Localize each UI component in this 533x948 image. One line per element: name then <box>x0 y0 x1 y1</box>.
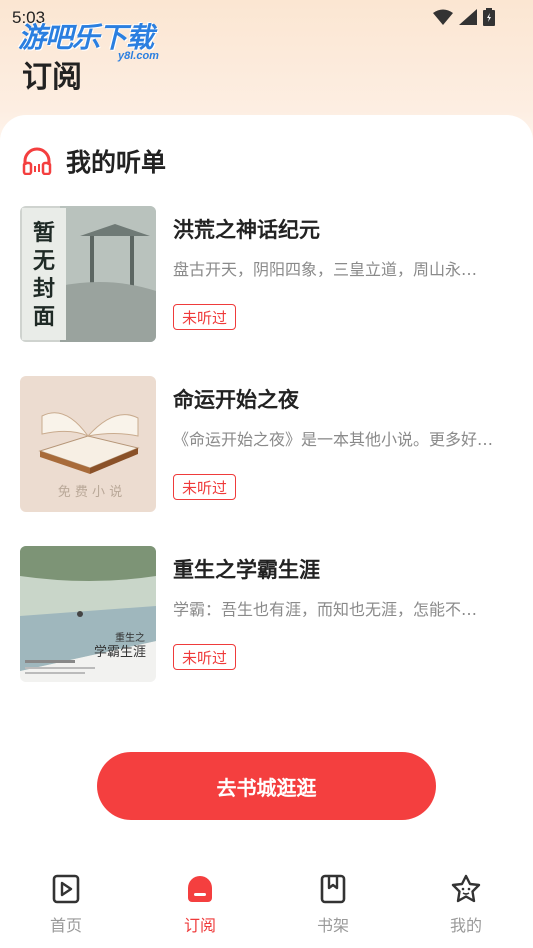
play-book-icon <box>52 874 80 904</box>
book-cover: 重生之 学霸生涯 <box>20 546 156 682</box>
battery-icon <box>483 8 495 26</box>
status-badge: 未听过 <box>173 304 237 330</box>
book-title: 洪荒之神话纪元 <box>173 218 320 242</box>
book-description: 学霸：吾生也有涯，而知也无涯，怎能不… <box>173 600 478 619</box>
wifi-icon <box>433 9 453 25</box>
subscribe-icon <box>188 876 212 902</box>
watermark-url: y8l.com <box>118 50 159 62</box>
tab-subscribe[interactable]: 订阅 <box>160 874 240 936</box>
status-badge: 未听过 <box>173 644 237 670</box>
headphones-icon <box>22 147 52 175</box>
list-item[interactable]: 重生之 学霸生涯 重生之学霸生涯 学霸：吾生也有涯，而知也无涯，怎能不… 未听过 <box>20 546 513 682</box>
svg-text:无: 无 <box>33 249 55 274</box>
svg-text:重生之: 重生之 <box>115 631 145 644</box>
svg-text:封: 封 <box>33 277 55 302</box>
tab-profile[interactable]: 我的 <box>426 874 506 936</box>
signal-icon <box>459 9 477 25</box>
book-title: 重生之学霸生涯 <box>173 558 320 582</box>
tab-label: 书架 <box>316 916 349 935</box>
section-header: 我的听单 <box>22 143 166 179</box>
tab-bookshelf[interactable]: 书架 <box>293 874 373 936</box>
status-badge: 未听过 <box>173 474 237 500</box>
tab-label: 订阅 <box>183 916 216 935</box>
book-description: 盘古开天，阴阳四象，三皇立道，周山永… <box>173 260 478 279</box>
status-icons <box>433 8 495 26</box>
tab-label: 我的 <box>449 916 482 935</box>
book-description: 《命运开始之夜》是一本其他小说。更多好… <box>173 430 494 449</box>
svg-text:学霸生涯: 学霸生涯 <box>94 644 146 660</box>
page-title: 订阅 <box>22 60 82 95</box>
list-item[interactable]: 免 费 小 说 命运开始之夜 《命运开始之夜》是一本其他小说。更多好… 未听过 <box>20 376 513 512</box>
book-cover: 免 费 小 说 <box>20 376 156 512</box>
svg-text:免 费 小 说: 免 费 小 说 <box>58 485 122 500</box>
tab-label: 首页 <box>49 916 82 935</box>
book-title: 命运开始之夜 <box>173 388 299 412</box>
bookmark-icon <box>320 874 346 904</box>
list-item[interactable]: 暂 无 封 面 洪荒之神话纪元 盘古开天，阴阳四象，三皇立道，周山永… 未听过 <box>20 206 513 342</box>
svg-text:面: 面 <box>33 305 55 330</box>
go-to-bookstore-button[interactable]: 去书城逛逛 <box>97 752 436 820</box>
svg-text:暂: 暂 <box>33 220 55 246</box>
bottom-tab-bar: 首页 订阅 书架 我的 <box>0 860 533 948</box>
section-title: 我的听单 <box>66 148 167 177</box>
profile-star-icon <box>451 874 481 903</box>
book-cover: 暂 无 封 面 <box>20 206 156 342</box>
tab-home[interactable]: 首页 <box>26 874 106 936</box>
